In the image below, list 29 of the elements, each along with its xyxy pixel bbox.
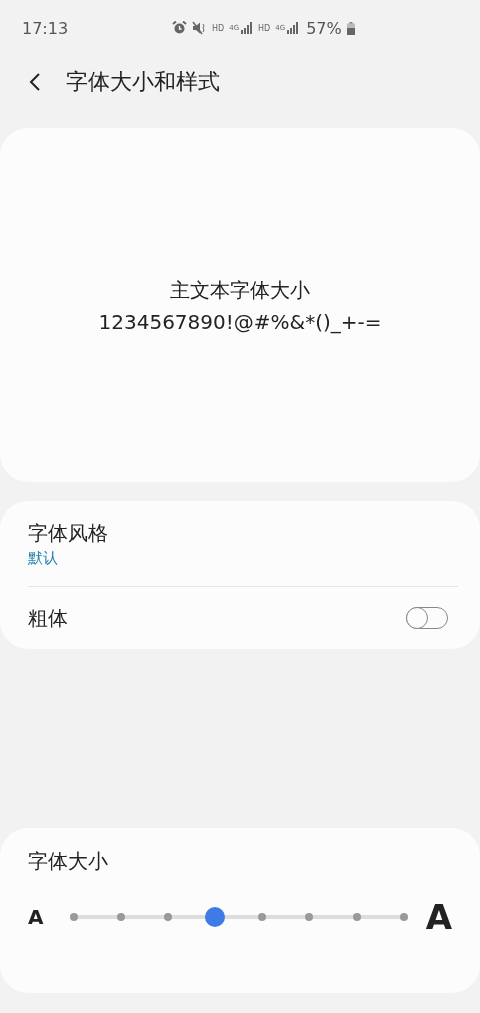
large-a-label: A (425, 897, 452, 937)
slider-tick (305, 913, 314, 921)
font-size-title: 字体大小 (28, 848, 109, 875)
font-style-item[interactable]: 字体风格 默认 (28, 501, 452, 586)
status-time: 17:13 (22, 18, 70, 38)
signal-icon (287, 22, 300, 34)
setting-title: 字体风格 (28, 519, 108, 547)
slider-tick (258, 913, 267, 921)
hd-indicator: HD (212, 23, 225, 33)
alarm-icon (172, 21, 187, 35)
mute-icon (192, 21, 207, 35)
toggle-switch[interactable] (406, 607, 448, 629)
battery-percentage: 57% (306, 18, 342, 38)
slider-tick (70, 913, 78, 921)
signal-icon (241, 22, 254, 34)
hd-indicator: HD (258, 23, 271, 33)
slider-tick (117, 913, 126, 921)
page-title: 字体大小和样式 (66, 68, 220, 96)
battery-icon (346, 21, 355, 35)
setting-title: 粗体 (28, 604, 68, 632)
setting-value: 默认 (28, 548, 59, 568)
back-icon (28, 72, 42, 92)
slider-tick (399, 913, 408, 921)
slider-tick (352, 913, 361, 921)
small-a-label: A (28, 905, 45, 929)
slider-thumb[interactable] (205, 907, 226, 927)
preview-text: 主文本字体大小 (170, 276, 310, 304)
slider-tick (164, 913, 173, 921)
preview-text: 1234567890!@#%&*()_+-= (98, 309, 382, 334)
